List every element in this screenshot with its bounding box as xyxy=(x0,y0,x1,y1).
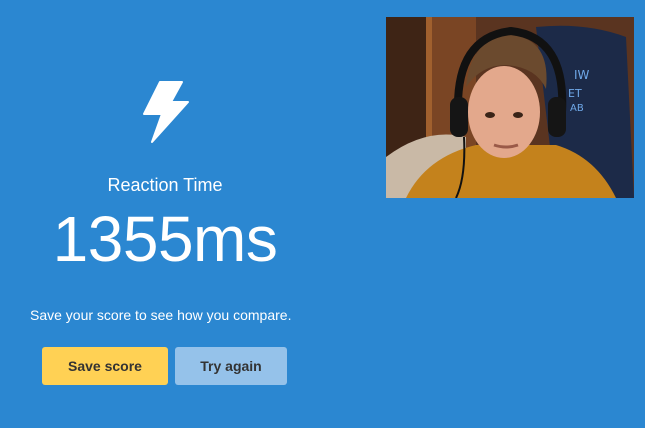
result-score: 1355ms xyxy=(52,203,278,275)
test-title: Reaction Time xyxy=(107,175,223,195)
webcam-feed-image: IW ET AB xyxy=(386,17,634,198)
try-again-button[interactable]: Try again xyxy=(175,347,287,385)
reaction-time-result-screen: Reaction Time 1355ms Save your score to … xyxy=(0,0,645,428)
webcam-overlay: IW ET AB xyxy=(386,17,634,198)
save-hint-text: Save your score to see how you compare. xyxy=(30,307,292,323)
save-score-button[interactable]: Save score xyxy=(42,347,168,385)
svg-text:ET: ET xyxy=(568,87,582,100)
svg-text:IW: IW xyxy=(574,68,590,82)
svg-text:AB: AB xyxy=(570,103,584,114)
lightning-bolt-icon xyxy=(143,81,189,143)
